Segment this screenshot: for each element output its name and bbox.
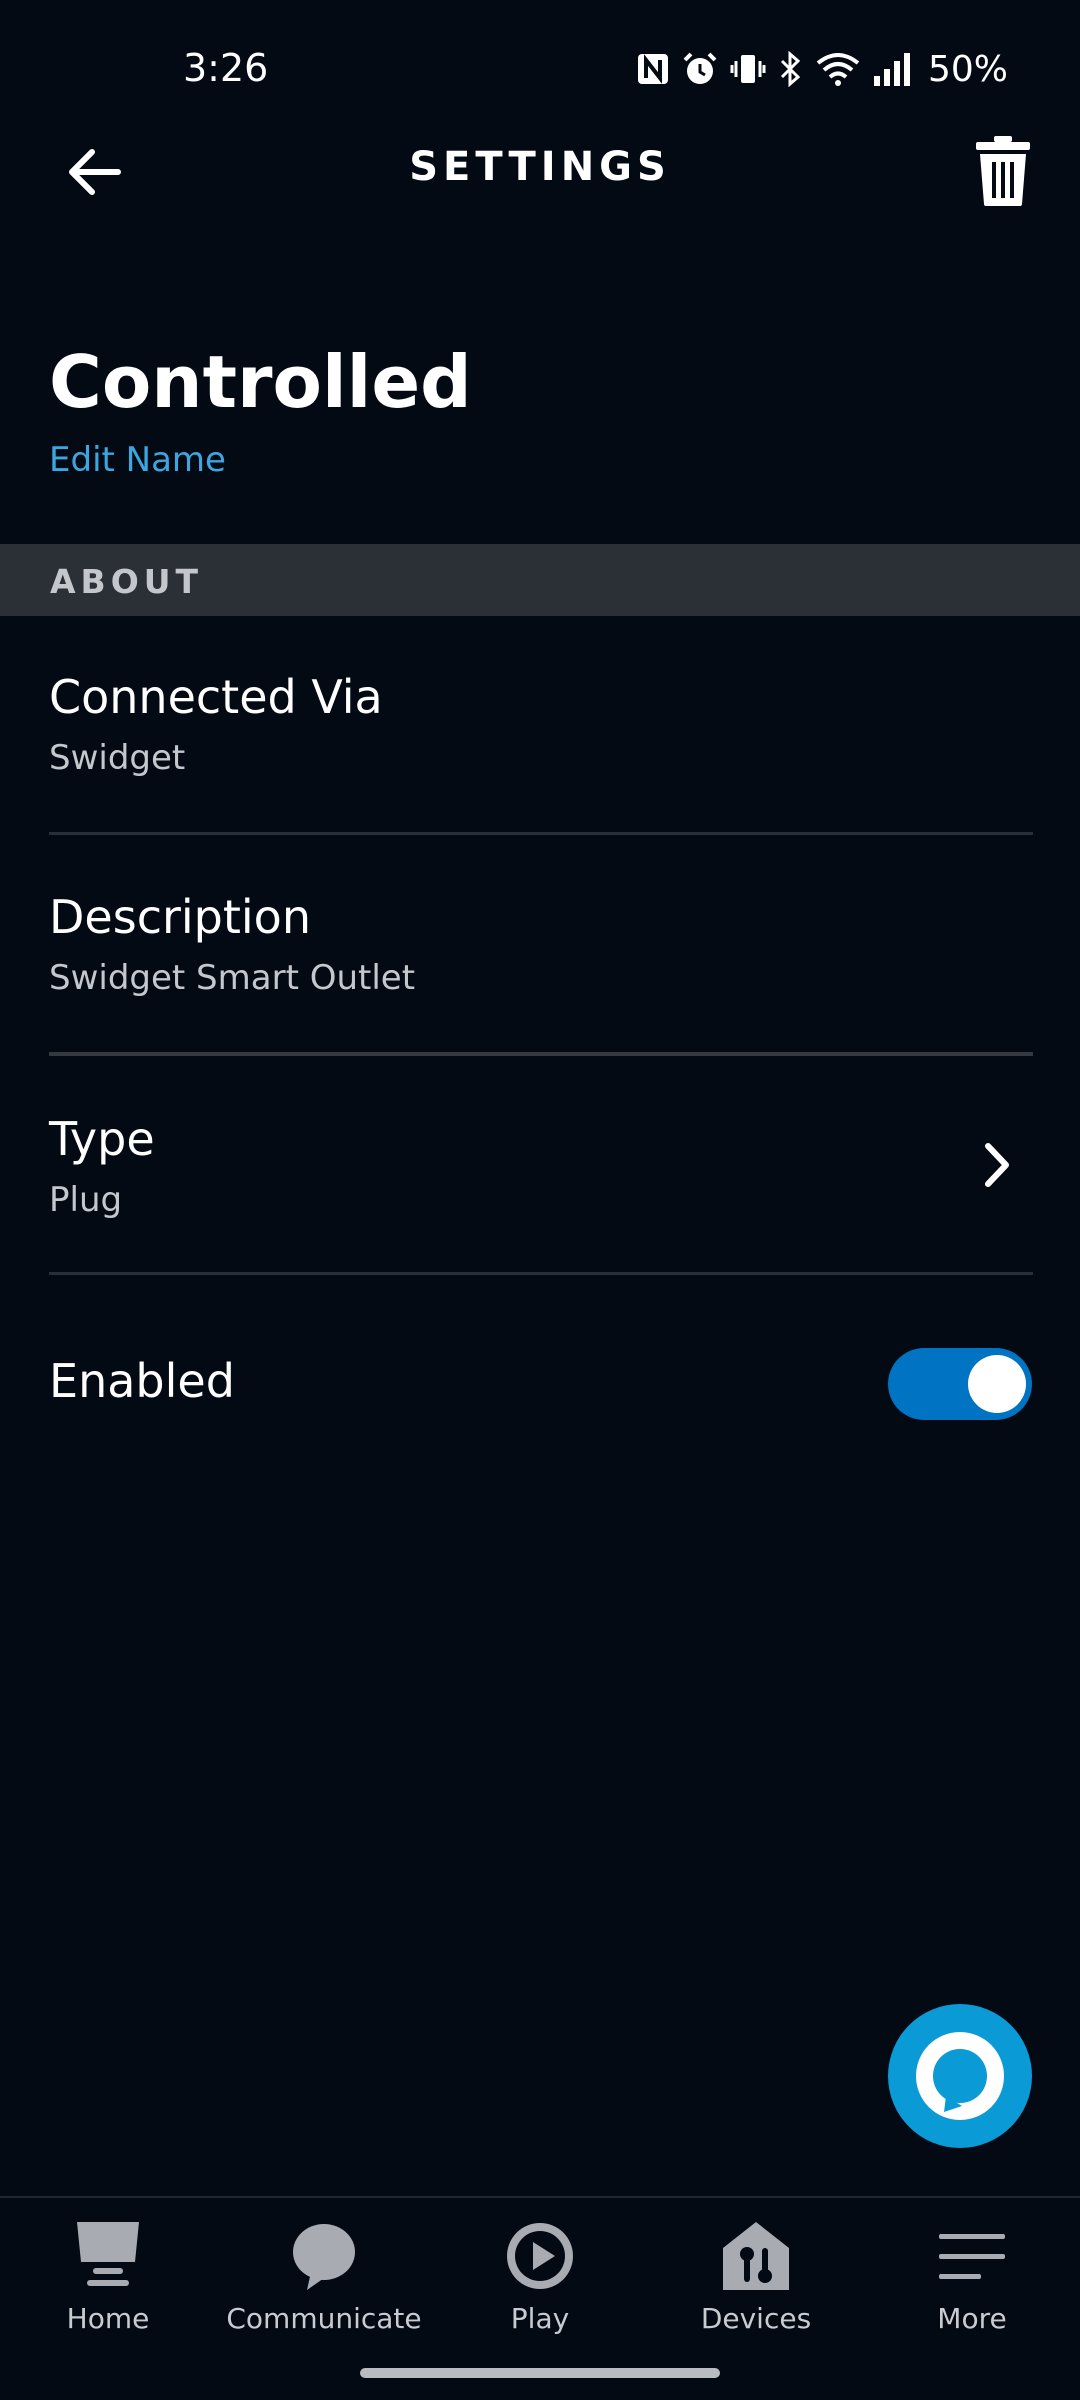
divider [49, 1052, 1033, 1056]
alexa-button[interactable] [888, 2004, 1032, 2148]
edit-name-link[interactable]: Edit Name [49, 440, 226, 480]
nav-label: Play [510, 2302, 570, 2335]
nav-play[interactable]: Play [432, 2198, 648, 2348]
status-icons: 50% [636, 46, 1008, 92]
section-label: ABOUT [50, 562, 204, 601]
signal-icon [872, 52, 912, 86]
row-value: Plug [49, 1180, 123, 1220]
about-section-header: ABOUT [0, 544, 1080, 616]
enabled-label: Enabled [49, 1354, 235, 1408]
bluetooth-icon [778, 51, 804, 87]
delete-button[interactable] [970, 134, 1036, 208]
alexa-icon [916, 2032, 1004, 2120]
row-value: Swidget Smart Outlet [49, 958, 416, 998]
chevron-right-icon[interactable] [976, 1140, 1020, 1190]
trash-icon [976, 136, 1030, 206]
chat-bubble-icon [293, 2224, 355, 2290]
devices-icon [723, 2222, 789, 2290]
device-name: Controlled [49, 340, 472, 424]
home-icon [77, 2222, 139, 2286]
settings-screen: 3:26 50% SETTINGS Controlled Edit Name A… [0, 0, 1080, 2400]
divider [49, 1272, 1033, 1275]
row-title: Description [49, 890, 311, 944]
nav-home[interactable]: Home [0, 2198, 216, 2348]
nav-more[interactable]: More [864, 2198, 1080, 2348]
enabled-toggle[interactable] [888, 1348, 1032, 1420]
row-value: Swidget [49, 738, 186, 778]
menu-icon [939, 2234, 1005, 2279]
app-bar: SETTINGS [0, 130, 1080, 210]
page-title: SETTINGS [409, 144, 671, 190]
row-title: Type [49, 1112, 155, 1166]
nav-label: Home [66, 2302, 150, 2335]
nav-label: Communicate [226, 2302, 422, 2335]
nav-label: More [937, 2302, 1007, 2335]
status-time: 3:26 [183, 46, 269, 90]
toggle-knob [968, 1355, 1026, 1413]
status-bar: 3:26 50% [0, 0, 1080, 140]
row-title: Connected Via [49, 670, 383, 724]
nfc-icon [636, 52, 670, 86]
nav-communicate[interactable]: Communicate [216, 2198, 432, 2348]
battery-level: 50% [927, 48, 1008, 90]
nav-devices[interactable]: Devices [648, 2198, 864, 2348]
play-icon [507, 2223, 573, 2289]
alarm-icon [682, 51, 718, 87]
divider [49, 832, 1033, 835]
wifi-icon [816, 51, 860, 87]
nav-label: Devices [700, 2302, 812, 2335]
home-indicator[interactable] [360, 2368, 720, 2378]
vibrate-icon [730, 51, 766, 87]
